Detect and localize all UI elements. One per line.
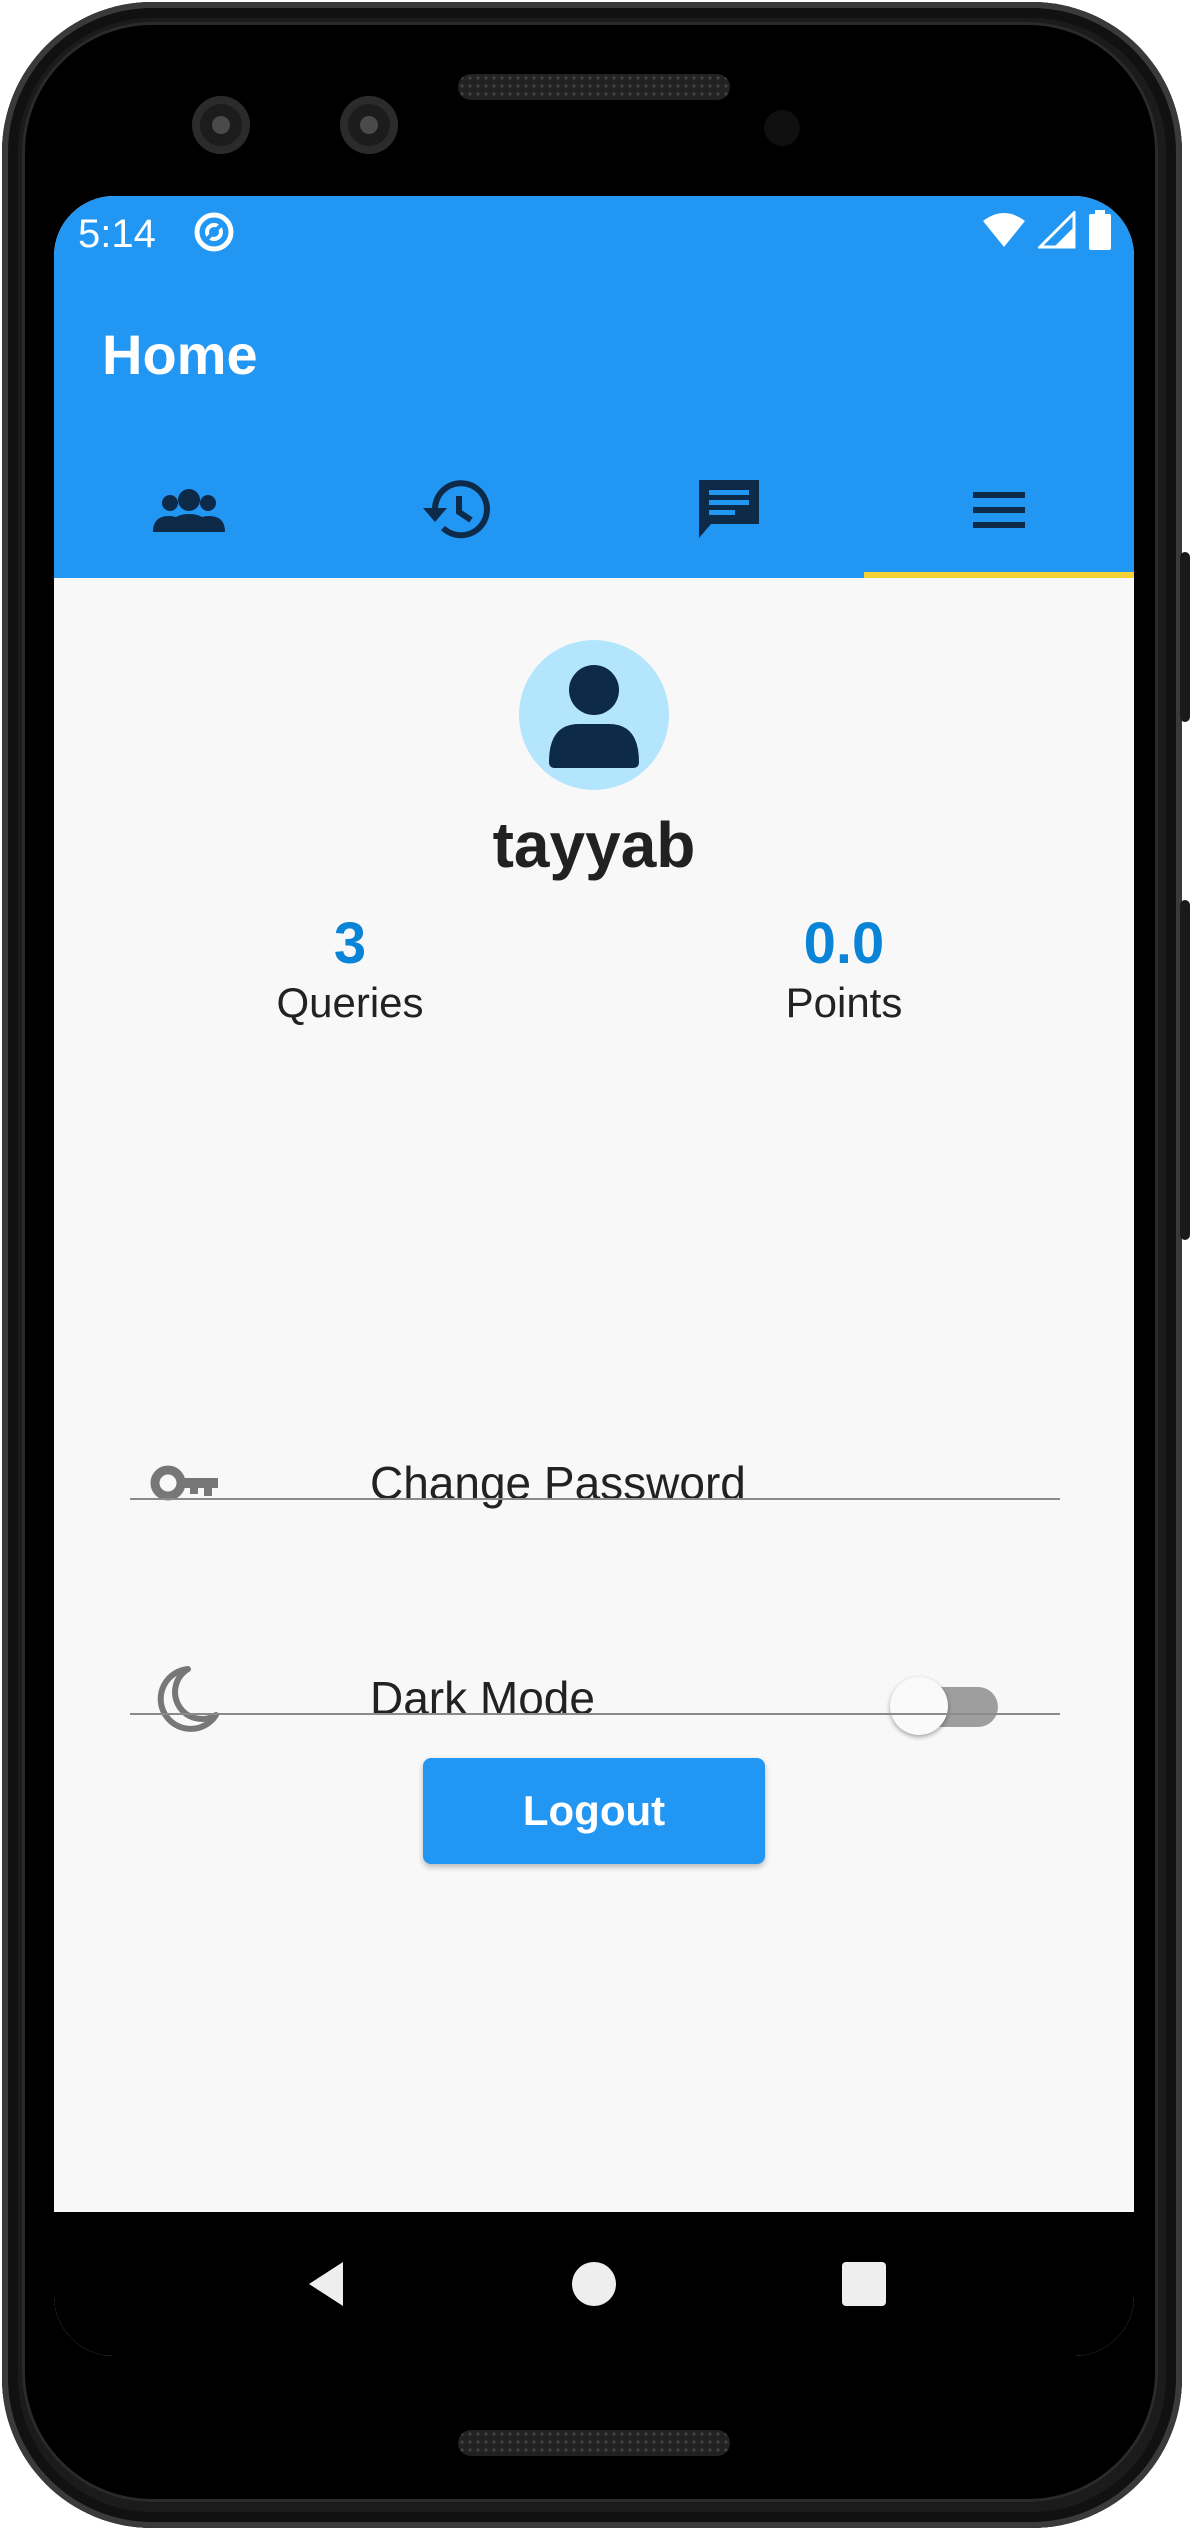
front-camera [192, 96, 250, 154]
avatar [519, 640, 669, 790]
front-camera-secondary [340, 96, 398, 154]
toggle-thumb [890, 1677, 948, 1735]
tab-groups[interactable] [54, 442, 324, 578]
tab-history[interactable] [324, 442, 594, 578]
stat-points: 0.0 Points [694, 912, 994, 1030]
username: tayyab [492, 809, 696, 881]
tab-indicator [864, 572, 1134, 578]
divider [130, 1713, 1060, 1715]
power-button [1180, 552, 1190, 722]
stat-value: 3 [333, 911, 367, 976]
home-icon[interactable] [558, 2248, 630, 2320]
bottom-speaker [458, 2430, 730, 2456]
app-bar: 5:14 Home [54, 196, 1134, 578]
change-password-row[interactable]: Change Password [130, 1428, 1060, 1538]
tab-menu[interactable] [864, 442, 1134, 578]
navigation-bar [54, 2212, 1134, 2356]
chat-icon [699, 480, 759, 538]
screen: 5:14 Home tayyab 3 Queries 0.0 Points Ch… [54, 196, 1134, 2356]
menu-icon [973, 492, 1025, 528]
proximity-sensor [764, 110, 800, 146]
dark-mode-toggle[interactable] [890, 1677, 1000, 1735]
moon-icon [157, 1666, 219, 1732]
signal-icon [1038, 211, 1076, 249]
earpiece [458, 74, 730, 100]
volume-button [1180, 900, 1190, 1240]
change-password-label: Change Password [370, 1457, 746, 1509]
dark-mode-label: Dark Mode [370, 1672, 595, 1724]
stat-label: Points [785, 979, 903, 1026]
recents-icon[interactable] [828, 2248, 900, 2320]
dark-mode-row: Dark Mode [130, 1643, 1060, 1753]
key-icon [150, 1465, 218, 1501]
app-sync-icon [194, 212, 234, 252]
person-icon [549, 665, 639, 768]
history-icon [423, 480, 490, 539]
stat-label: Queries [276, 979, 424, 1026]
page-title: Home [102, 323, 258, 386]
back-icon[interactable] [295, 2248, 367, 2320]
battery-icon [1089, 210, 1111, 250]
groups-icon [153, 489, 225, 532]
status-time: 5:14 [78, 212, 156, 256]
stat-queries: 3 Queries [200, 912, 500, 1030]
wifi-icon [983, 213, 1025, 247]
status-icons [982, 210, 1112, 250]
stat-value: 0.0 [803, 911, 885, 976]
divider [130, 1498, 1060, 1500]
tab-chat[interactable] [594, 442, 864, 578]
logout-button[interactable]: Logout [423, 1758, 765, 1864]
tab-bar [54, 442, 1134, 578]
